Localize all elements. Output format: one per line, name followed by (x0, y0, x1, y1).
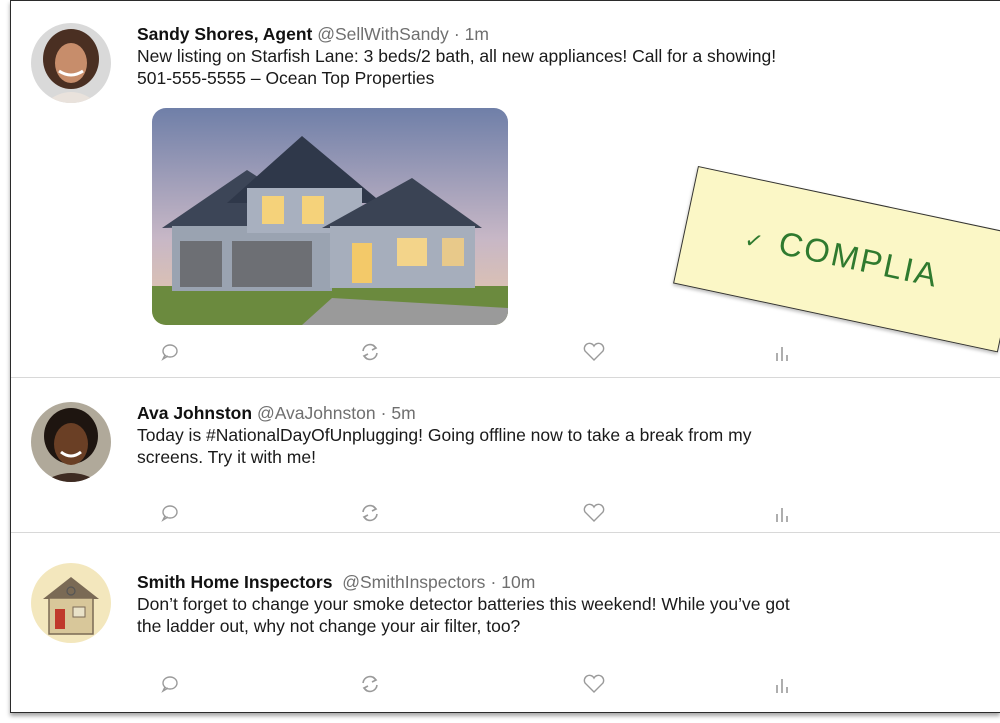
separator-dot: · (453, 24, 460, 44)
author-handle[interactable]: @SellWithSandy (317, 24, 449, 44)
like-icon[interactable] (581, 500, 607, 526)
author-name[interactable]: Smith Home Inspectors (137, 572, 332, 592)
tweet-text-line: Don’t forget to change your smoke detect… (137, 594, 790, 614)
retweet-icon[interactable] (357, 500, 383, 526)
tweet-content: Ava Johnston @AvaJohnston · 5m Today is #N… (137, 402, 981, 468)
tweet-time[interactable]: 10m (501, 572, 535, 592)
retweet-icon[interactable] (357, 671, 383, 697)
avatar-smith[interactable] (31, 563, 111, 643)
analytics-icon[interactable] (769, 500, 795, 526)
tweet-smith: Smith Home Inspectors @SmithInspectors · 1… (11, 533, 1000, 712)
tweet-time[interactable]: 5m (391, 403, 415, 423)
reply-icon[interactable] (157, 500, 183, 526)
separator-dot: · (380, 403, 387, 423)
tweet-text-line: the ladder out, why not change your air … (137, 616, 521, 636)
analytics-icon[interactable] (769, 339, 795, 365)
tweet-actions (11, 500, 1000, 526)
author-handle[interactable]: @SmithInspectors (342, 572, 485, 592)
check-icon: ✓ (742, 226, 768, 256)
tweet-text-line: Today is #NationalDayOfUnplugging! Going… (137, 425, 752, 445)
author-handle[interactable]: @AvaJohnston (257, 403, 376, 423)
tweet-text-line: New listing on Starfish Lane: 3 beds/2 b… (137, 46, 777, 66)
timeline: Sandy Shores, Agent @SellWithSandy · 1m Ne… (10, 0, 1000, 713)
reply-icon[interactable] (157, 339, 183, 365)
analytics-icon[interactable] (769, 671, 795, 697)
listing-photo[interactable] (152, 108, 508, 325)
tweet-time[interactable]: 1m (465, 24, 489, 44)
tweet-content: Smith Home Inspectors @SmithInspectors · 1… (137, 571, 981, 637)
tweet-ava: Ava Johnston @AvaJohnston · 5m Today is #N… (11, 378, 1000, 532)
tweet-actions (11, 339, 1000, 365)
avatar-sandy[interactable] (31, 23, 111, 103)
compliance-stamp-text: ✓ COMPLIA (742, 217, 943, 295)
tweet-actions (11, 671, 1000, 697)
tweet-text-line: 501-555-5555 – Ocean Top Properties (137, 68, 435, 88)
tweet-text-line: screens. Try it with me! (137, 447, 316, 467)
tweet-content: Sandy Shores, Agent @SellWithSandy · 1m Ne… (137, 23, 981, 89)
like-icon[interactable] (581, 339, 607, 365)
retweet-icon[interactable] (357, 339, 383, 365)
author-name[interactable]: Sandy Shores, Agent (137, 24, 312, 44)
avatar-ava[interactable] (31, 402, 111, 482)
reply-icon[interactable] (157, 671, 183, 697)
author-name[interactable]: Ava Johnston (137, 403, 252, 423)
separator-dot: · (490, 572, 497, 592)
like-icon[interactable] (581, 671, 607, 697)
compliance-label: COMPLIA (775, 223, 943, 294)
